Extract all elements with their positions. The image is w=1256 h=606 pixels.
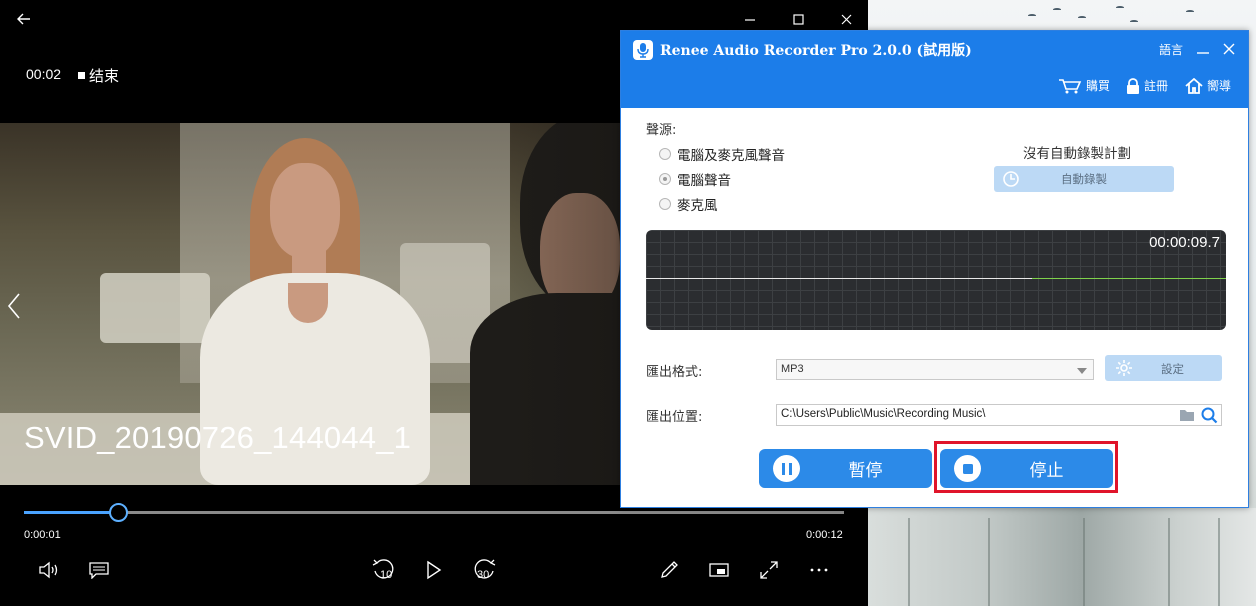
location-label: 匯出位置: xyxy=(646,410,703,425)
settings-label: 設定 xyxy=(1161,362,1184,376)
source-label: 聲源: xyxy=(646,123,677,138)
radio-button[interactable] xyxy=(659,148,671,160)
source-option-label: 麥克風 xyxy=(677,198,718,214)
fullscreen-icon[interactable] xyxy=(755,556,783,584)
more-icon[interactable] xyxy=(805,556,833,584)
mini-view-icon[interactable] xyxy=(705,556,733,584)
folder-icon[interactable] xyxy=(1179,408,1195,422)
settings-button[interactable]: 設定 xyxy=(1105,355,1222,381)
pause-icon xyxy=(773,455,800,482)
register-link[interactable]: 註冊 xyxy=(1126,77,1168,94)
waveform-signal xyxy=(1032,278,1226,279)
cart-icon xyxy=(1059,78,1082,93)
language-menu[interactable]: 語言 xyxy=(1159,41,1183,58)
stop-button-highlight xyxy=(934,441,1118,493)
microphone-logo-icon xyxy=(633,40,653,60)
source-option-pc[interactable]: 電腦聲音 xyxy=(659,169,731,189)
source-option-pc-mic[interactable]: 電腦及麥克風聲音 xyxy=(659,144,785,164)
format-label: 匯出格式: xyxy=(646,365,703,380)
guide-label: 嚮導 xyxy=(1207,79,1232,93)
seek-bar[interactable] xyxy=(24,503,844,522)
source-option-label: 電腦聲音 xyxy=(677,173,731,189)
auto-record-button[interactable]: 自動錄製 xyxy=(994,166,1174,192)
guide-link[interactable]: 嚮導 xyxy=(1185,77,1231,94)
minimize-icon[interactable] xyxy=(1195,41,1211,57)
lock-icon xyxy=(1127,77,1139,94)
home-icon xyxy=(1185,77,1203,94)
close-icon[interactable] xyxy=(1221,41,1237,57)
format-value: MP3 xyxy=(781,363,804,375)
format-select[interactable]: MP3 xyxy=(776,359,1094,380)
register-label: 註冊 xyxy=(1144,79,1169,93)
seek-progress xyxy=(24,511,119,514)
output-path-value: C:\Users\Public\Music\Recording Music\ xyxy=(781,408,986,420)
subtitles-icon[interactable] xyxy=(85,556,113,584)
minimize-icon[interactable] xyxy=(738,8,762,30)
skip-forward-label: 30 xyxy=(477,569,489,581)
radio-button[interactable] xyxy=(659,198,671,210)
recording-timer: 00:00:09.7 xyxy=(1149,234,1220,251)
buy-label: 購買 xyxy=(1086,79,1111,93)
search-icon[interactable] xyxy=(1200,406,1218,424)
skip-back-10-icon[interactable]: 10 xyxy=(370,556,398,584)
waveform-display: 00:00:09.7 xyxy=(646,230,1226,330)
chevron-left-icon[interactable] xyxy=(4,290,24,322)
desktop: 00:02 结束 SVID_20190726_144044_1 0:00:01 … xyxy=(0,0,1256,606)
schedule-status: 沒有自動錄製計劃 xyxy=(1023,146,1131,162)
radio-button-selected[interactable] xyxy=(659,173,671,185)
app-title: Renee Audio Recorder Pro 2.0.0 (試用版) xyxy=(660,43,972,59)
close-icon[interactable] xyxy=(834,8,858,30)
play-icon[interactable] xyxy=(420,556,448,584)
recorder-header: Renee Audio Recorder Pro 2.0.0 (試用版) 語言 … xyxy=(621,31,1248,108)
auto-record-label: 自動錄製 xyxy=(1061,172,1107,186)
pencil-icon[interactable] xyxy=(655,556,683,584)
source-option-mic[interactable]: 麥克風 xyxy=(659,194,718,214)
recorder-window: Renee Audio Recorder Pro 2.0.0 (試用版) 語言 … xyxy=(620,30,1249,508)
buy-link[interactable]: 購買 xyxy=(1058,77,1110,94)
end-recording-label: 结束 xyxy=(89,67,120,85)
volume-icon[interactable] xyxy=(35,556,63,584)
maximize-icon[interactable] xyxy=(786,8,810,30)
output-path-field[interactable]: C:\Users\Public\Music\Recording Music\ xyxy=(776,404,1222,426)
source-option-label: 電腦及麥克風聲音 xyxy=(677,148,785,164)
video-title: SVID_20190726_144044_1 xyxy=(24,420,412,455)
chevron-down-icon xyxy=(1077,368,1087,374)
elapsed-time: 0:00:01 xyxy=(24,529,61,541)
pause-label: 暫停 xyxy=(848,461,883,481)
recording-elapsed-time: 00:02 xyxy=(26,66,62,82)
end-recording-button[interactable]: 结束 xyxy=(78,65,119,86)
skip-forward-30-icon[interactable]: 30 xyxy=(470,556,498,584)
seek-thumb[interactable] xyxy=(109,503,129,522)
pause-button[interactable]: 暫停 xyxy=(759,449,932,488)
total-duration: 0:00:12 xyxy=(806,529,843,541)
stop-square-icon xyxy=(78,72,85,79)
back-arrow-icon[interactable] xyxy=(8,6,40,32)
skip-back-label: 10 xyxy=(380,569,392,581)
